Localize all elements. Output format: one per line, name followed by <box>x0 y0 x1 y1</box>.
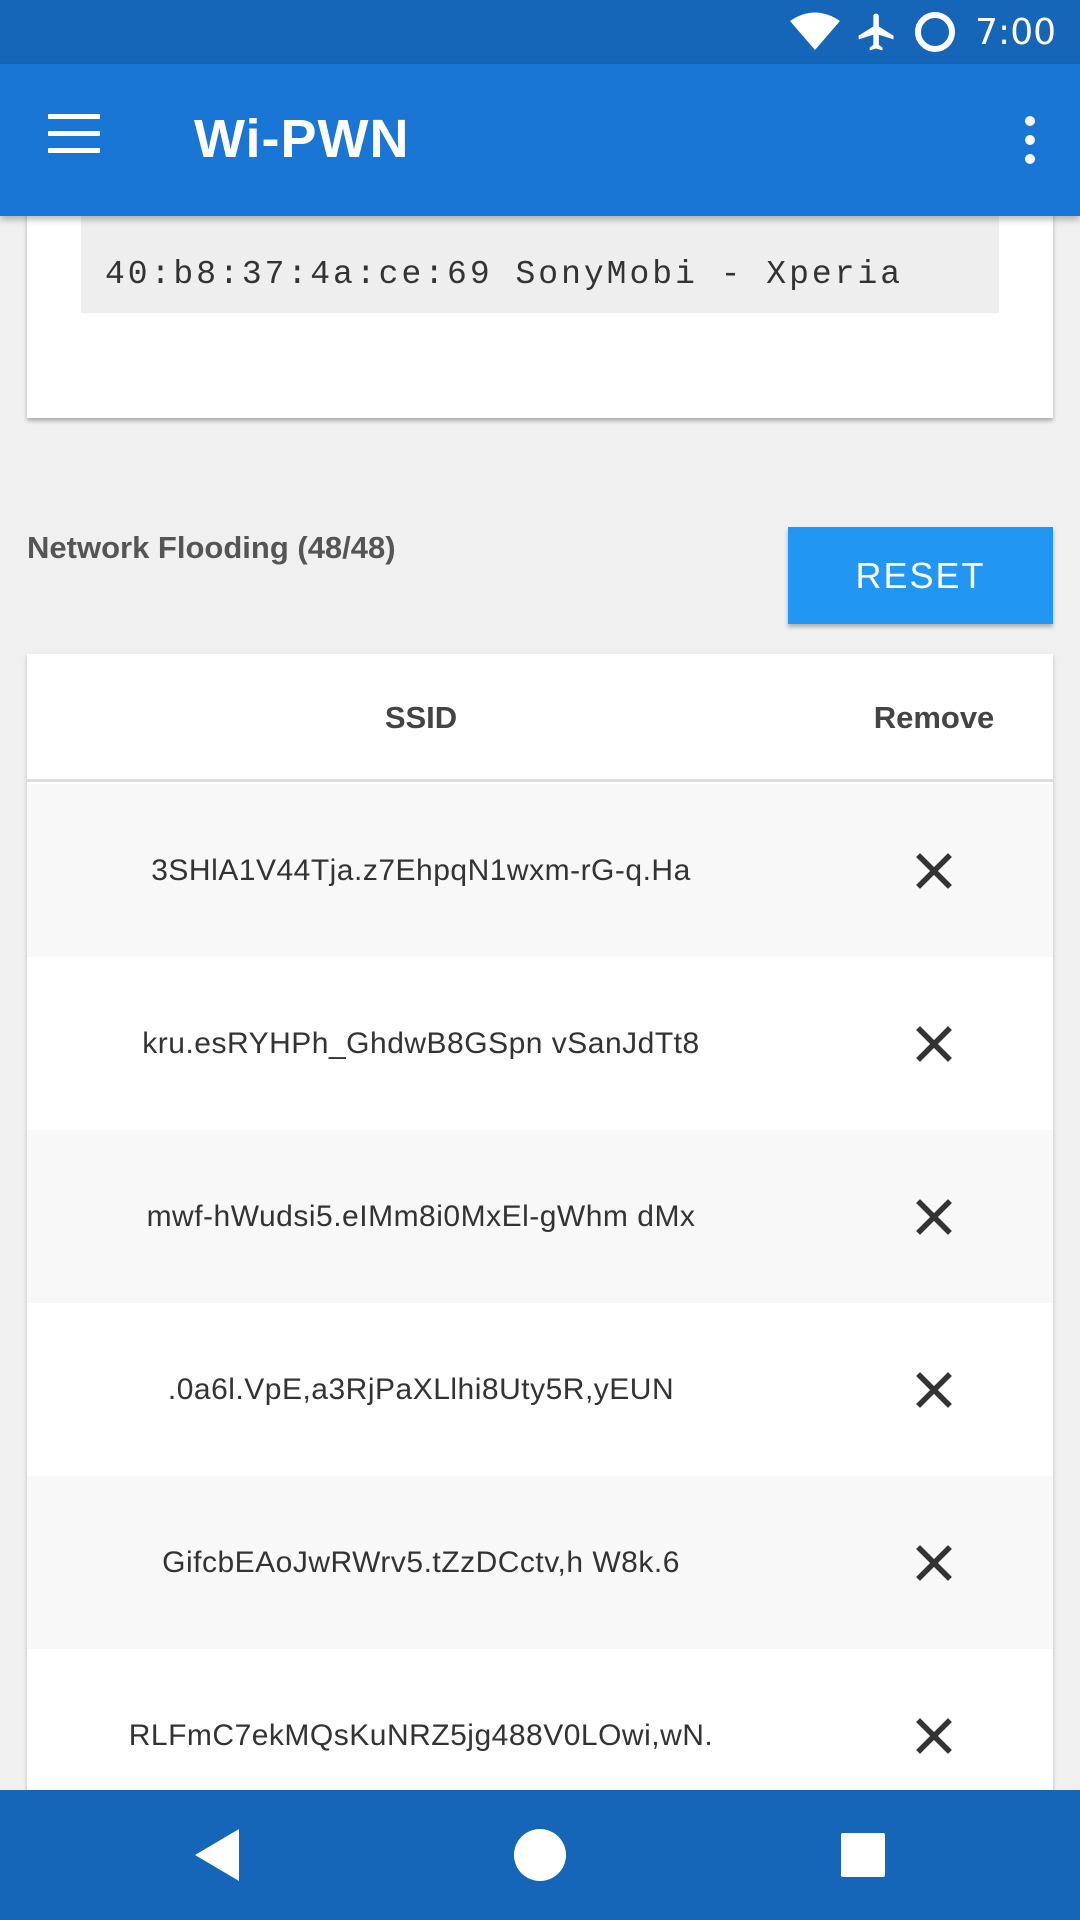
home-icon <box>514 1829 566 1881</box>
back-button[interactable] <box>177 1815 257 1895</box>
remove-cell <box>815 1476 1053 1649</box>
table-row: GifcbEAoJwRWrv5.tZzDCctv,h W8k.6 <box>27 1476 1053 1649</box>
back-icon <box>195 1829 239 1881</box>
home-button[interactable] <box>500 1815 580 1895</box>
circle-icon <box>915 12 956 52</box>
reset-button[interactable]: RESET <box>788 527 1053 624</box>
network-flooding-title: Network Flooding (48/48) <box>27 530 396 565</box>
app-bar: Wi-PWN <box>0 64 1080 216</box>
close-icon[interactable] <box>910 1366 958 1414</box>
column-header-ssid: SSID <box>384 700 458 735</box>
ssid-cell: mwf-hWudsi5.eIMm8i0MxEl-gWhm dMx <box>146 1199 696 1233</box>
table-header: SSID Remove <box>27 654 1053 782</box>
close-icon[interactable] <box>910 847 958 895</box>
status-bar: 7:00 <box>0 0 1080 64</box>
navigation-bar <box>0 1790 1080 1920</box>
column-header-remove: Remove <box>873 700 995 735</box>
ssid-table: SSID Remove 3SHlA1V44Tja.z7EhpqN1wxm-rG-… <box>27 654 1053 1920</box>
close-icon[interactable] <box>910 1193 958 1241</box>
ssid-cell: 3SHlA1V44Tja.z7EhpqN1wxm-rG-q.Ha <box>151 853 691 887</box>
remove-cell <box>815 784 1053 957</box>
ssid-cell: GifcbEAoJwRWrv5.tZzDCctv,h W8k.6 <box>162 1545 680 1579</box>
recents-button[interactable] <box>823 1815 903 1895</box>
table-body: 3SHlA1V44Tja.z7EhpqN1wxm-rG-q.Ha kru.esR… <box>27 784 1053 1822</box>
remove-cell <box>815 1130 1053 1303</box>
remove-cell <box>815 1303 1053 1476</box>
app-title: Wi-PWN <box>194 109 410 169</box>
remove-cell <box>815 957 1053 1130</box>
ssid-cell: .0a6l.VpE,a3RjPaXLlhi8Uty5R,yEUN <box>167 1372 675 1406</box>
airplane-icon <box>858 13 894 51</box>
close-icon[interactable] <box>910 1712 958 1760</box>
table-row: .0a6l.VpE,a3RjPaXLlhi8Uty5R,yEUN <box>27 1303 1053 1476</box>
table-row: mwf-hWudsi5.eIMm8i0MxEl-gWhm dMx <box>27 1130 1053 1303</box>
table-row: 3SHlA1V44Tja.z7EhpqN1wxm-rG-q.Ha <box>27 784 1053 957</box>
more-vert-icon[interactable] <box>1022 116 1038 164</box>
wifi-icon <box>790 12 841 50</box>
menu-icon[interactable] <box>48 114 100 154</box>
table-row: kru.esRYHPh_GhdwB8GSpn vSanJdTt8 <box>27 957 1053 1130</box>
client-line: 40:b8:37:4a:ce:69 SonyMobi - Xperia <box>105 256 904 293</box>
ssid-cell: kru.esRYHPh_GhdwB8GSpn vSanJdTt8 <box>142 1026 700 1060</box>
status-time: 7:00 <box>975 11 1056 53</box>
recents-icon <box>841 1833 885 1877</box>
close-icon[interactable] <box>910 1539 958 1587</box>
close-icon[interactable] <box>910 1020 958 1068</box>
status-icons: 7:00 <box>789 0 1056 64</box>
